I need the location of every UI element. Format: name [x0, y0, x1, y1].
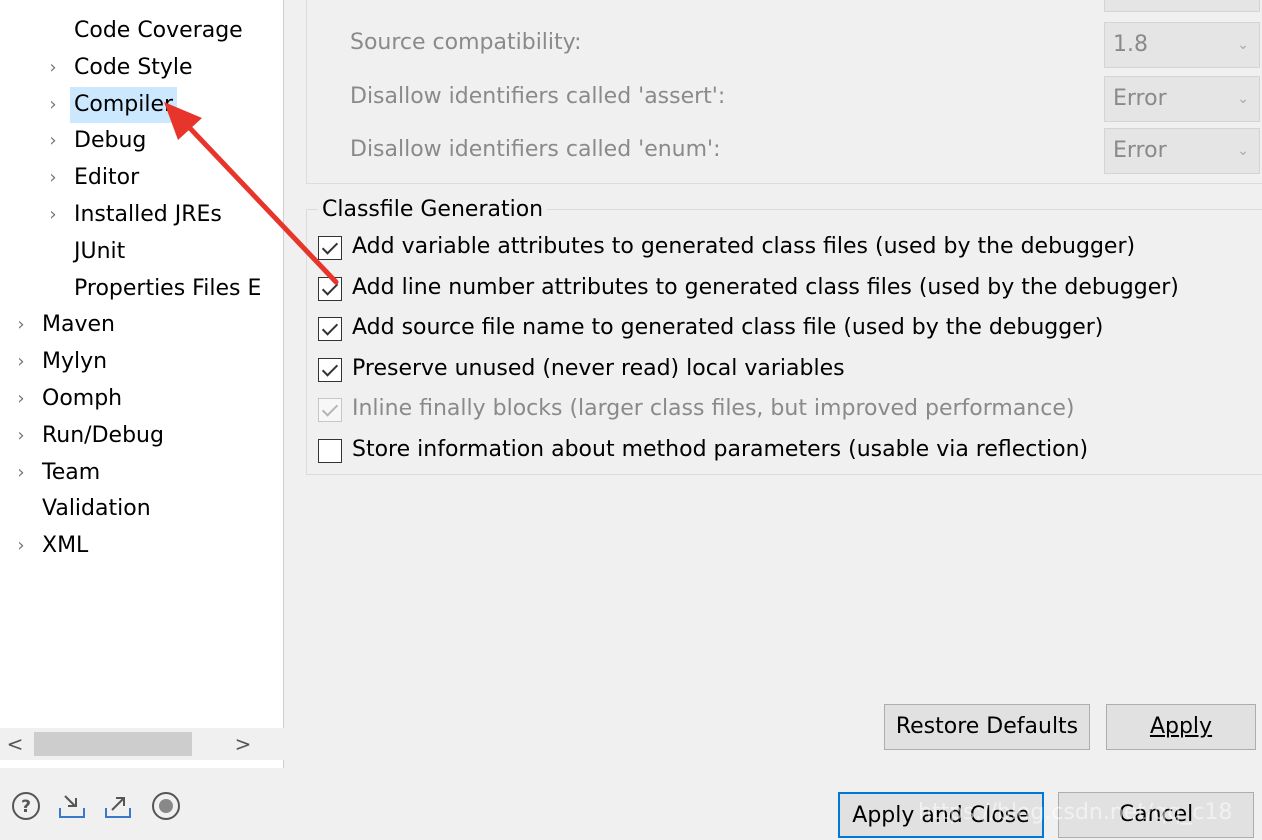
scroll-right-arrow[interactable]: >: [228, 728, 258, 760]
tree-item-label: JUnit: [74, 238, 126, 264]
scroll-left-arrow[interactable]: <: [0, 728, 30, 760]
classfile-generation-title: Classfile Generation: [318, 196, 548, 224]
tree-item-code-coverage[interactable]: Code Coverage: [0, 13, 284, 49]
chevron-right-icon[interactable]: ›: [10, 381, 32, 417]
tree-horizontal-scrollbar[interactable]: < >: [0, 728, 284, 760]
apply-button[interactable]: Apply: [1106, 704, 1256, 750]
apply-and-close-button[interactable]: Apply and Close: [838, 792, 1044, 838]
cancel-button[interactable]: Cancel: [1058, 792, 1254, 838]
tree-item-label: Team: [42, 459, 101, 485]
checkbox[interactable]: [318, 236, 342, 260]
tree-item-label: Validation: [42, 496, 151, 522]
combo-partial-top: [1104, 0, 1260, 12]
checkbox-label: Preserve unused (never read) local varia…: [352, 355, 845, 381]
apply-button-label: Apply: [1149, 714, 1213, 739]
chevron-down-icon: ⌄: [1237, 91, 1249, 107]
enum-identifier-combo[interactable]: Error ⌄: [1104, 128, 1260, 174]
tree-item-label: Debug: [74, 128, 147, 154]
tree-item-code-style[interactable]: › Code Style: [0, 50, 284, 86]
tree-item-properties-files-e[interactable]: Properties Files E: [0, 271, 284, 307]
tree-item-label: Code Style: [74, 54, 193, 80]
source-compatibility-value: 1.8: [1113, 32, 1148, 57]
tree-item-label: Oomph: [42, 386, 123, 411]
tree-item-installed-jres[interactable]: › Installed JREs: [0, 197, 284, 233]
chevron-right-icon[interactable]: ›: [42, 123, 64, 159]
checkbox-label: Inline finally blocks (larger class file…: [352, 396, 1075, 421]
restore-defaults-button[interactable]: Restore Defaults: [884, 704, 1090, 750]
chevron-right-icon[interactable]: ›: [10, 455, 32, 491]
tree-item-validation[interactable]: Validation: [0, 491, 284, 527]
tree-item-junit[interactable]: JUnit: [0, 234, 284, 270]
checkbox[interactable]: [318, 276, 342, 301]
record-icon[interactable]: [150, 790, 182, 822]
dialog-button-bar: ? Apply and Close Cancel: [0, 768, 1262, 840]
scroll-thumb[interactable]: [34, 732, 192, 756]
checkbox-label: Add source file name to generated class …: [352, 315, 1104, 340]
checkbox[interactable]: [318, 317, 342, 341]
tree-item-mylyn[interactable]: › Mylyn: [0, 344, 284, 380]
tree-item-run-debug[interactable]: › Run/Debug: [0, 418, 284, 454]
tree-item-team[interactable]: › Team: [0, 455, 284, 491]
chevron-right-icon[interactable]: ›: [42, 197, 64, 233]
tree-item-label: XML: [42, 533, 89, 559]
chevron-right-icon[interactable]: ›: [42, 50, 64, 86]
tree-item-label: Compiler: [70, 86, 178, 123]
export-icon[interactable]: [102, 790, 134, 822]
source-compatibility-label: Source compatibility:: [350, 30, 582, 55]
tree-item-label: Code Coverage: [74, 18, 243, 43]
help-icon[interactable]: ?: [10, 790, 42, 822]
checkbox-label: Add line number attributes to generated …: [352, 274, 1179, 300]
tree-item-editor[interactable]: › Editor: [0, 160, 284, 196]
chevron-right-icon[interactable]: ›: [10, 344, 32, 380]
tree-item-debug[interactable]: › Debug: [0, 123, 284, 159]
preference-tree: Code Coverage › Code Style › Compiler › Debug ›…: [0, 0, 284, 768]
compiler-settings-panel: Source compatibility: 1.8 ⌄ Disallow ide…: [286, 0, 1262, 768]
tree-item-label: Installed JREs: [74, 202, 222, 227]
assert-identifier-label: Disallow identifiers called 'assert':: [350, 84, 726, 109]
assert-identifier-value: Error: [1113, 86, 1167, 111]
checkbox[interactable]: [318, 438, 342, 463]
assert-identifier-combo[interactable]: Error ⌄: [1104, 76, 1260, 122]
chevron-right-icon[interactable]: ›: [42, 160, 64, 196]
tree-item-oomph[interactable]: › Oomph: [0, 381, 284, 417]
tree-item-label: Mylyn: [42, 349, 108, 375]
import-icon[interactable]: [56, 790, 88, 822]
enum-identifier-label: Disallow identifiers called 'enum':: [350, 137, 721, 162]
source-compatibility-combo[interactable]: 1.8 ⌄: [1104, 22, 1260, 68]
tree-item-label: Properties Files E: [74, 275, 262, 301]
checkbox-label: Add variable attributes to generated cla…: [352, 234, 1136, 259]
checkbox[interactable]: [318, 357, 342, 382]
chevron-down-icon: ⌄: [1237, 37, 1249, 53]
checkbox: [318, 398, 342, 422]
tree-item-compiler[interactable]: › Compiler: [0, 86, 284, 123]
checkbox-label: Store information about method parameter…: [352, 436, 1089, 462]
enum-identifier-value: Error: [1113, 138, 1167, 163]
chevron-right-icon[interactable]: ›: [10, 418, 32, 454]
chevron-down-icon: ⌄: [1237, 143, 1249, 159]
tree-item-label: Run/Debug: [42, 422, 164, 448]
chevron-right-icon[interactable]: ›: [42, 87, 64, 123]
tree-item-maven[interactable]: › Maven: [0, 307, 284, 343]
chevron-right-icon[interactable]: ›: [10, 307, 32, 343]
tree-item-label: Maven: [42, 312, 115, 338]
svg-text:?: ?: [21, 797, 31, 817]
tree-item-xml[interactable]: › XML: [0, 528, 284, 564]
tree-item-label: Editor: [74, 165, 140, 191]
chevron-right-icon[interactable]: ›: [10, 528, 32, 564]
